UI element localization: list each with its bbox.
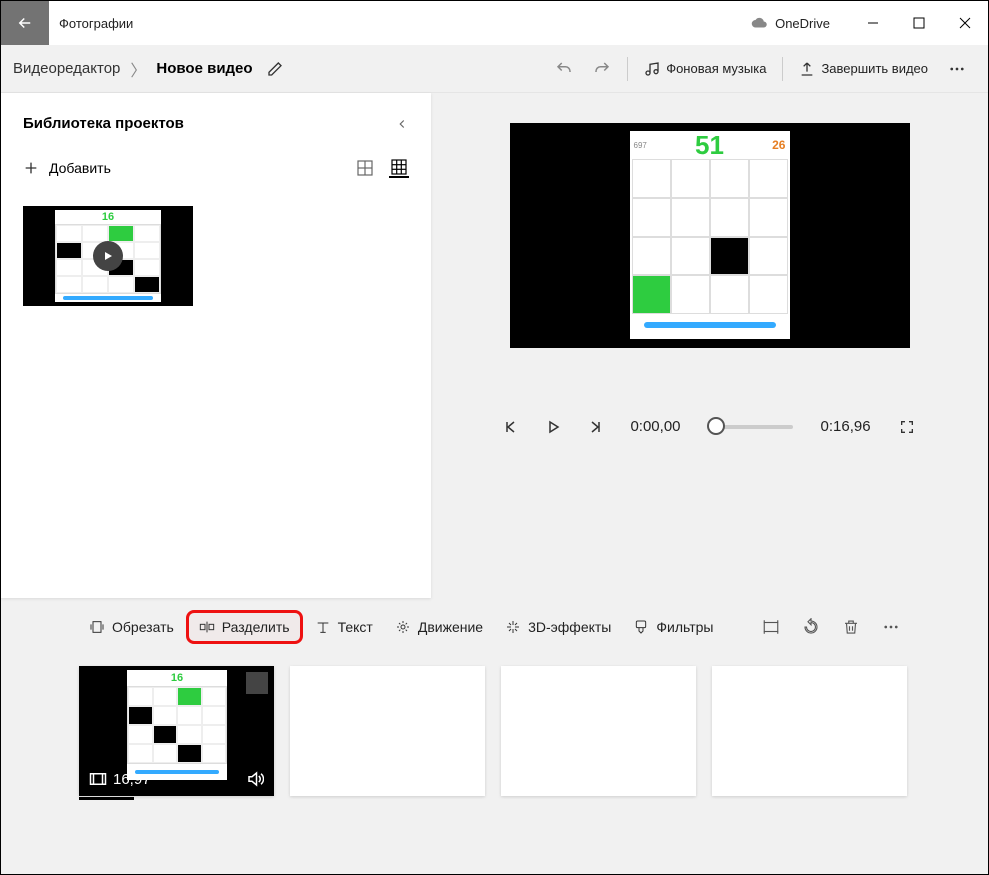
grid-large-button[interactable] bbox=[355, 158, 375, 178]
delete-button[interactable] bbox=[832, 612, 870, 642]
sparkle-icon bbox=[505, 619, 521, 635]
library-thumbnail[interactable]: 16 bbox=[23, 206, 193, 306]
storyboard-placeholder[interactable] bbox=[290, 666, 485, 796]
more-actions-button[interactable] bbox=[872, 612, 910, 642]
seek-bar[interactable] bbox=[709, 425, 793, 429]
export-icon bbox=[799, 61, 815, 77]
add-button[interactable]: Добавить bbox=[23, 160, 111, 176]
pencil-icon bbox=[267, 61, 283, 77]
next-frame-button[interactable] bbox=[588, 420, 602, 434]
step-back-icon bbox=[504, 420, 518, 434]
clip-thumb-score: 16 bbox=[127, 670, 227, 686]
trim-button[interactable]: Обрезать bbox=[79, 613, 184, 641]
motion-label: Движение bbox=[418, 619, 483, 635]
filters-button[interactable]: Фильтры bbox=[623, 613, 723, 641]
rotate-button[interactable] bbox=[792, 612, 830, 642]
redo-button[interactable] bbox=[583, 54, 621, 84]
breadcrumb-current: Новое видео bbox=[156, 60, 252, 77]
preview-score: 51 bbox=[695, 130, 724, 161]
split-icon bbox=[199, 619, 215, 635]
collapse-button[interactable] bbox=[395, 117, 409, 131]
undo-icon bbox=[555, 60, 573, 78]
add-label: Добавить bbox=[49, 160, 111, 176]
arrow-left-icon bbox=[16, 14, 34, 32]
back-button[interactable] bbox=[1, 1, 49, 45]
filters-label: Фильтры bbox=[656, 619, 713, 635]
split-button[interactable]: Разделить bbox=[186, 610, 303, 644]
play-overlay[interactable] bbox=[93, 241, 123, 271]
3d-effects-label: 3D-эффекты bbox=[528, 619, 611, 635]
bg-music-button[interactable]: Фоновая музыка bbox=[634, 55, 776, 83]
aspect-ratio-button[interactable] bbox=[752, 612, 790, 642]
film-icon bbox=[89, 772, 107, 786]
trim-icon bbox=[89, 619, 105, 635]
onedrive-label: OneDrive bbox=[775, 16, 830, 31]
more-icon bbox=[882, 618, 900, 636]
play-icon bbox=[103, 251, 113, 261]
time-total: 0:16,96 bbox=[821, 418, 871, 435]
trash-icon bbox=[842, 618, 860, 636]
finish-video-label: Завершить видео bbox=[821, 61, 928, 76]
redo-icon bbox=[593, 60, 611, 78]
seek-handle[interactable] bbox=[707, 417, 725, 435]
more-button[interactable] bbox=[938, 54, 976, 84]
volume-icon[interactable] bbox=[246, 770, 264, 788]
close-button[interactable] bbox=[942, 1, 988, 45]
chevron-right-icon: 〉 bbox=[130, 57, 146, 81]
play-icon bbox=[546, 420, 560, 434]
time-current: 0:00,00 bbox=[630, 418, 680, 435]
library-panel: Библиотека проектов Добавить 16 bbox=[1, 93, 431, 598]
filter-icon bbox=[633, 619, 649, 635]
minimize-button[interactable] bbox=[850, 1, 896, 45]
3d-effects-button[interactable]: 3D-эффекты bbox=[495, 613, 621, 641]
grid-small-icon bbox=[391, 159, 407, 175]
grid-large-icon bbox=[357, 160, 373, 176]
music-icon bbox=[644, 61, 660, 77]
library-title: Библиотека проектов bbox=[23, 115, 184, 132]
fullscreen-icon bbox=[899, 419, 915, 435]
motion-icon bbox=[395, 619, 411, 635]
split-label: Разделить bbox=[222, 619, 290, 635]
rotate-icon bbox=[802, 618, 820, 636]
preview-video: 697 51 26 bbox=[510, 123, 910, 348]
grid-small-button[interactable] bbox=[389, 158, 409, 178]
text-label: Текст bbox=[338, 619, 373, 635]
storyboard-placeholder[interactable] bbox=[501, 666, 696, 796]
trim-label: Обрезать bbox=[112, 619, 174, 635]
cloud-icon bbox=[751, 17, 769, 29]
text-button[interactable]: Текст bbox=[305, 613, 383, 641]
preview-left-stat: 697 bbox=[634, 141, 647, 150]
more-icon bbox=[948, 60, 966, 78]
onedrive-link[interactable]: OneDrive bbox=[751, 16, 830, 31]
prev-frame-button[interactable] bbox=[504, 420, 518, 434]
text-icon bbox=[315, 619, 331, 635]
preview-right-stat: 26 bbox=[772, 138, 785, 152]
storyboard-clip[interactable]: 16 16,97 bbox=[79, 666, 274, 796]
aspect-icon bbox=[762, 618, 780, 636]
clip-menu-icon[interactable] bbox=[246, 672, 268, 694]
rename-button[interactable] bbox=[263, 57, 287, 81]
app-title: Фотографии bbox=[59, 16, 133, 31]
finish-video-button[interactable]: Завершить видео bbox=[789, 55, 938, 83]
maximize-button[interactable] bbox=[896, 1, 942, 45]
play-button[interactable] bbox=[546, 420, 560, 434]
motion-button[interactable]: Движение bbox=[385, 613, 493, 641]
thumb-score: 16 bbox=[55, 210, 161, 224]
clip-duration: 16,97 bbox=[113, 771, 151, 788]
undo-button[interactable] bbox=[545, 54, 583, 84]
breadcrumb-root[interactable]: Видеоредактор bbox=[13, 60, 120, 77]
chevron-left-icon bbox=[395, 117, 409, 131]
bg-music-label: Фоновая музыка bbox=[666, 61, 766, 76]
storyboard-placeholder[interactable] bbox=[712, 666, 907, 796]
step-forward-icon bbox=[588, 420, 602, 434]
fullscreen-button[interactable] bbox=[899, 419, 915, 435]
plus-icon bbox=[23, 160, 39, 176]
